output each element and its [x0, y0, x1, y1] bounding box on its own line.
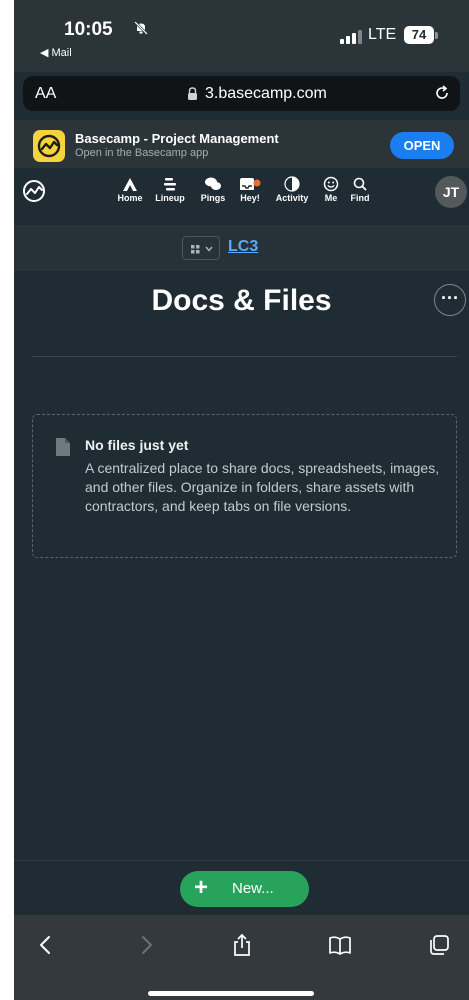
- pings-icon: [205, 177, 221, 190]
- bell-muted-icon: [134, 21, 148, 38]
- share-icon[interactable]: [230, 933, 254, 957]
- project-name-link[interactable]: LC3: [228, 238, 258, 256]
- basecamp-logo-icon[interactable]: [22, 179, 46, 203]
- open-app-button[interactable]: OPEN: [390, 132, 454, 159]
- nav-pings-label: Pings: [200, 193, 226, 203]
- avatar[interactable]: JT: [435, 176, 467, 208]
- basecamp-app-icon: [33, 130, 65, 162]
- notification-dot: [253, 179, 261, 187]
- nav-hey-label: Hey!: [240, 193, 260, 203]
- nav-me[interactable]: Me: [320, 176, 342, 203]
- nav-find[interactable]: Find: [347, 176, 373, 203]
- url-bar[interactable]: AA 3.basecamp.com: [23, 76, 460, 111]
- empty-state-box: No files just yet A centralized place to…: [32, 414, 457, 558]
- banner-subtitle: Open in the Basecamp app: [75, 147, 209, 159]
- battery-tip: [435, 32, 438, 39]
- page-title: Docs & Files: [151, 284, 332, 317]
- battery-icon: 74: [404, 26, 434, 44]
- nav-hey[interactable]: Hey!: [236, 176, 264, 203]
- tabs-icon[interactable]: [427, 933, 451, 957]
- nav-activity-label: Activity: [275, 193, 309, 203]
- home-indicator[interactable]: [148, 991, 314, 996]
- status-bar: 10:05 ◀ Mail LTE 74: [14, 0, 469, 72]
- nav-me-label: Me: [324, 193, 338, 203]
- footer-divider: [14, 860, 469, 861]
- back-arrow-icon[interactable]: [34, 933, 58, 957]
- nav-home[interactable]: Home: [115, 176, 145, 203]
- banner-title: Basecamp - Project Management: [75, 131, 279, 146]
- reload-icon[interactable]: [433, 84, 451, 102]
- project-switcher-button[interactable]: [182, 236, 220, 260]
- empty-state-description: A centralized place to share docs, sprea…: [85, 460, 440, 514]
- url-text[interactable]: 3.basecamp.com: [205, 85, 327, 103]
- me-icon: [323, 176, 339, 192]
- bookmarks-icon[interactable]: [328, 933, 352, 957]
- nav-lineup[interactable]: Lineup: [153, 176, 187, 203]
- lock-icon: [188, 87, 197, 100]
- back-to-mail-link[interactable]: ◀ Mail: [40, 46, 72, 59]
- nav-pings[interactable]: Pings: [198, 176, 228, 203]
- status-time: 10:05: [64, 19, 113, 40]
- empty-state-title: No files just yet: [85, 437, 189, 453]
- text-size-button[interactable]: AA: [35, 85, 56, 103]
- safari-toolbar: [14, 915, 469, 1000]
- nav-home-label: Home: [117, 193, 143, 203]
- signal-icon: [340, 30, 362, 44]
- nav-lineup-label: Lineup: [155, 193, 185, 203]
- chevron-down-icon: [205, 246, 213, 252]
- nav-find-label: Find: [350, 193, 370, 203]
- lineup-icon: [164, 178, 176, 191]
- file-icon: [56, 438, 70, 456]
- new-button-label: New...: [232, 880, 274, 897]
- hey-icon: [240, 178, 261, 190]
- new-file-button[interactable]: + New...: [180, 871, 309, 907]
- project-bar: LC3: [14, 225, 469, 271]
- nav-activity[interactable]: Activity: [272, 176, 312, 203]
- more-options-button[interactable]: ···: [434, 284, 466, 316]
- forward-arrow-icon[interactable]: [134, 933, 158, 957]
- network-label: LTE: [368, 26, 397, 43]
- plus-icon: +: [194, 874, 209, 901]
- phone-screen: 10:05 ◀ Mail LTE 74 AA 3.basecamp.com Ba…: [14, 0, 469, 1000]
- find-icon: [353, 177, 367, 191]
- title-divider: [32, 356, 457, 357]
- grid-icon: [191, 245, 213, 254]
- smart-app-banner: Basecamp - Project Management Open in th…: [14, 120, 469, 168]
- home-icon: [123, 178, 137, 191]
- activity-icon: [284, 176, 300, 192]
- basecamp-nav: Home Lineup Pings Hey! Activity Me Find …: [14, 168, 469, 224]
